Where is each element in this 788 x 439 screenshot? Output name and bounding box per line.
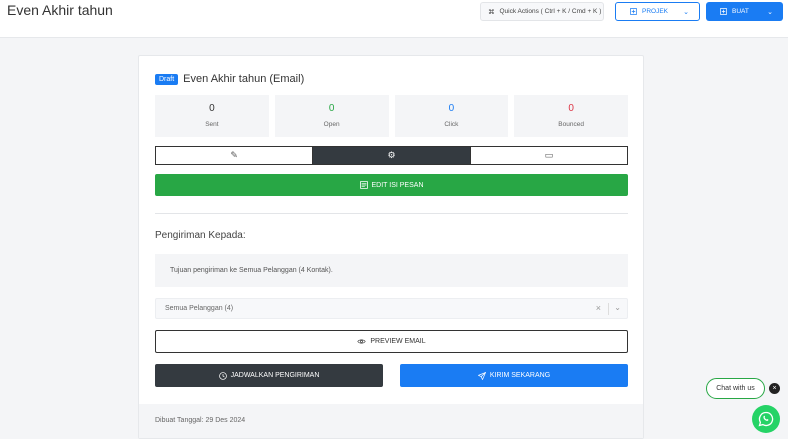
- command-icon: ⌘: [488, 8, 495, 16]
- card-footer: Dibuat Tanggal: 29 Des 2024: [139, 404, 643, 438]
- email-title: Even Akhir tahun (Email): [183, 73, 305, 85]
- recipients-info: Tujuan pengiriman ke Semua Pelanggan (4 …: [155, 254, 628, 287]
- preview-email-label: PREVIEW EMAIL: [370, 338, 426, 345]
- close-icon[interactable]: ×: [769, 383, 780, 394]
- eye-icon: [357, 338, 367, 345]
- quick-actions-label: Quick Actions ( Ctrl + K / Cmd + K ): [499, 8, 602, 15]
- send-now-button[interactable]: KIRIM SEKARANG: [400, 364, 628, 387]
- divider: [155, 213, 628, 214]
- tab-edit[interactable]: ✎: [156, 147, 312, 164]
- stat-label: Click: [444, 121, 459, 128]
- page-title: Even Akhir tahun: [7, 2, 113, 18]
- chevron-down-icon[interactable]: ⌄: [614, 303, 621, 312]
- whatsapp-icon: [758, 411, 774, 427]
- create-label: BUAT: [732, 8, 749, 15]
- plus-square-icon: [630, 8, 637, 15]
- project-dropdown-button[interactable]: PROJEK ⌄: [615, 2, 700, 21]
- stat-sent: 0 Sent: [155, 95, 269, 137]
- stat-value: 0: [568, 103, 574, 114]
- recipients-heading: Pengiriman Kepada:: [155, 230, 246, 241]
- stat-open: 0 Open: [274, 95, 389, 137]
- email-title-row: Draft Even Akhir tahun (Email): [155, 73, 304, 85]
- view-tabs: ✎ ⚙ ▭: [155, 146, 628, 165]
- tab-preview[interactable]: ▭: [469, 147, 627, 164]
- stat-label: Open: [323, 121, 340, 128]
- plus-square-icon: [720, 8, 727, 15]
- clear-icon[interactable]: ×: [596, 303, 601, 313]
- chevron-down-icon: ⌄: [683, 8, 689, 16]
- chat-label: Chat with us: [716, 385, 755, 392]
- schedule-label: JADWALKAN PENGIRIMAN: [230, 372, 320, 379]
- create-dropdown-button[interactable]: BUAT ⌄: [706, 2, 783, 21]
- send-now-label: KIRIM SEKARANG: [489, 372, 551, 379]
- top-bar: Even Akhir tahun ⌘ Quick Actions ( Ctrl …: [0, 0, 788, 38]
- chat-bubble[interactable]: Chat with us: [706, 378, 765, 399]
- edit-content-label: EDIT ISI PESAN: [371, 181, 424, 189]
- gear-icon: ⚙: [387, 150, 396, 160]
- whatsapp-button[interactable]: [752, 405, 780, 433]
- stat-click: 0 Click: [394, 95, 509, 137]
- email-campaign-card: Draft Even Akhir tahun (Email) 0 Sent 0 …: [138, 55, 644, 439]
- edit-box-icon: [359, 181, 368, 189]
- select-separator: [608, 303, 609, 315]
- clock-icon: [218, 371, 227, 380]
- project-label: PROJEK: [642, 8, 669, 15]
- recipients-select-value: Semua Pelanggan (4): [165, 305, 234, 312]
- recipients-select[interactable]: Semua Pelanggan (4) × ⌄: [155, 298, 628, 319]
- stats-row: 0 Sent 0 Open 0 Click 0 Bounced: [155, 95, 628, 137]
- preview-email-button[interactable]: PREVIEW EMAIL: [155, 330, 628, 353]
- tab-settings[interactable]: ⚙: [312, 147, 470, 164]
- stat-value: 0: [328, 103, 335, 114]
- stat-value: 0: [209, 103, 215, 114]
- quick-actions-button[interactable]: ⌘ Quick Actions ( Ctrl + K / Cmd + K ): [480, 2, 604, 21]
- stat-bounced: 0 Bounced: [514, 95, 628, 137]
- chevron-down-icon: ⌄: [767, 8, 773, 16]
- edit-content-button[interactable]: EDIT ISI PESAN: [155, 174, 628, 196]
- stat-value: 0: [448, 103, 455, 114]
- schedule-button[interactable]: JADWALKAN PENGIRIMAN: [155, 364, 383, 387]
- stat-label: Sent: [205, 121, 219, 128]
- edit-icon: ✎: [230, 150, 238, 160]
- created-date: Dibuat Tanggal: 29 Des 2024: [155, 417, 246, 424]
- stat-label: Bounced: [558, 121, 584, 128]
- status-badge: Draft: [155, 73, 179, 85]
- send-icon: [477, 371, 486, 380]
- window-icon: ▭: [544, 150, 554, 160]
